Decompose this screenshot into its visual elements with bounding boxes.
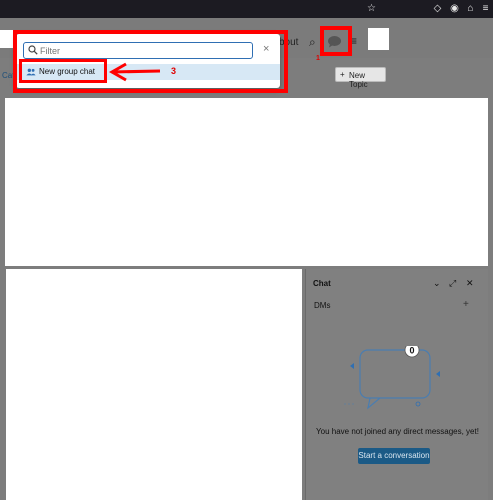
star-icon[interactable]: ☆ (366, 3, 377, 14)
empty-dm-badge: 0 (409, 346, 414, 356)
expand-icon[interactable]: ⤢ (449, 278, 456, 289)
search-icon[interactable]: ⌕ (309, 35, 316, 50)
annotation-number-1: 1 (316, 55, 320, 62)
start-conversation-button[interactable]: Start a conversation (358, 448, 430, 464)
chat-bubble-icon[interactable] (327, 35, 342, 48)
pocket-icon[interactable]: ◇ (432, 3, 443, 14)
logo[interactable] (0, 30, 14, 48)
avatar[interactable] (368, 28, 389, 50)
chat-drawer: Chat ⌄ ⤢ ✕ DMs + 0 You have not joined a… (305, 269, 488, 500)
chat-title: Chat (313, 279, 331, 288)
new-topic-label: New Topic (349, 71, 368, 89)
collapse-icon[interactable]: ⌄ (433, 278, 441, 289)
extensions-icon[interactable]: ⌂ (465, 3, 476, 14)
dms-section-label: DMs (314, 301, 331, 310)
browser-toolbar: ☆ ◇ ◉ ⌂ ≡ (0, 0, 493, 18)
empty-dms-message: You have not joined any direct messages,… (316, 427, 479, 436)
account-icon[interactable]: ◉ (449, 3, 460, 14)
annotation-box-new-group (19, 59, 107, 83)
empty-dm-illustration: 0 (344, 346, 440, 410)
content-block-bottom (6, 269, 302, 500)
plus-icon: + (340, 70, 345, 79)
content-block-top (5, 98, 488, 266)
annotation-arrow (108, 62, 161, 82)
menu-icon[interactable]: ≡ (480, 3, 491, 14)
new-topic-button[interactable]: + New Topic (335, 67, 386, 89)
annotation-number-3: 3 (171, 66, 177, 76)
add-dm-icon[interactable]: + (463, 299, 469, 310)
close-icon[interactable]: ✕ (466, 278, 474, 289)
